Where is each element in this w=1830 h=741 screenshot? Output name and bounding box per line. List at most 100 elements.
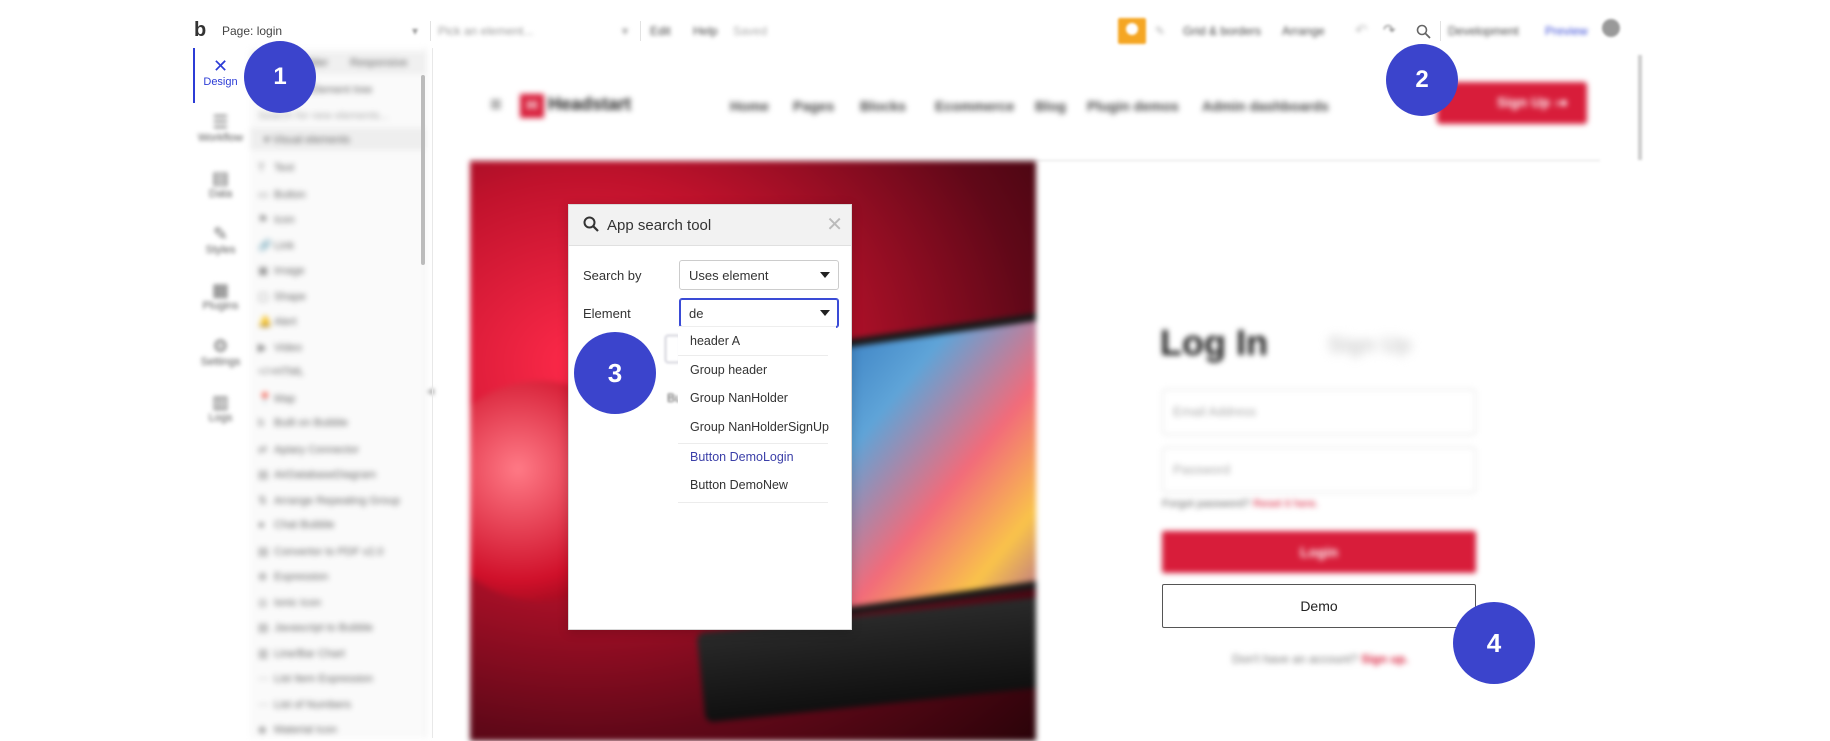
nav-home[interactable]: Home [730, 98, 769, 114]
styles-icon: ✎ [212, 224, 229, 244]
rail-settings[interactable]: ⚙ Settings [193, 336, 248, 368]
palette-element-item[interactable]: T Text [258, 162, 294, 174]
hamburger-icon[interactable]: ≡ [490, 94, 502, 117]
grid-borders-menu[interactable]: Grid & borders [1183, 24, 1261, 38]
modal-title: App search tool [607, 217, 712, 234]
palette-element-item[interactable]: 🔗 Link [258, 239, 294, 252]
element-picker-chevron-icon[interactable]: ▾ [622, 24, 628, 38]
rail-design[interactable]: ✕ Design [193, 56, 248, 88]
palette-element-item[interactable]: ⋯ List of Numbers [258, 698, 351, 711]
nav-ecommerce[interactable]: Ecommerce [935, 98, 1014, 114]
user-avatar-icon[interactable] [1602, 19, 1620, 37]
palette-element-item[interactable]: </>HTML [258, 366, 304, 378]
editor-topbar: b Page: login ▾ Pick an element... ▾ Edi… [190, 15, 1650, 47]
nav-blog[interactable]: Blog [1035, 98, 1066, 114]
logs-icon: ▥ [211, 392, 229, 412]
redo-icon[interactable]: ↷ [1383, 21, 1396, 39]
palette-element-item[interactable]: ▶ Video [258, 341, 302, 354]
undo-icon[interactable]: ↶ [1355, 21, 1368, 39]
tab-responsive[interactable]: Responsive [350, 57, 407, 69]
palette-element-label: Button [274, 188, 306, 201]
page-selector[interactable]: Page: login [222, 24, 282, 38]
palette-element-item[interactable]: ⋯ List Item Expression [258, 672, 373, 685]
header-signup-label: Sign Up [1497, 94, 1550, 110]
chevron-down-icon [820, 272, 830, 278]
arrange-menu[interactable]: Arrange [1282, 24, 1325, 38]
palette-element-item[interactable]: b Built on Bubble [258, 417, 348, 429]
result-button-demologin[interactable]: Button DemoLogin [690, 450, 794, 464]
palette-element-label: Convertor to PDF v2.0 [274, 545, 384, 558]
rail-plugins[interactable]: ▦ Plugins [193, 280, 248, 312]
page-chevron-down-icon[interactable]: ▾ [412, 24, 418, 38]
menu-help[interactable]: Help [693, 24, 718, 38]
signup-tab[interactable]: Sign Up [1328, 332, 1411, 358]
element-type-icon: ▥ [258, 647, 269, 660]
demo-button[interactable]: Demo [1162, 584, 1476, 628]
search-icon[interactable] [1416, 24, 1431, 39]
menu-edit[interactable]: Edit [650, 24, 671, 38]
brand-name[interactable]: Headstart [548, 94, 631, 115]
close-icon[interactable]: ✕ [826, 212, 843, 237]
rail-data[interactable]: ▤ Data [193, 168, 248, 200]
palette-element-label: Ionic Icon [274, 596, 322, 609]
palette-element-item[interactable]: ▤ AirDatabaseDiagram [258, 468, 376, 481]
palette-element-item[interactable]: ▢ Shape [258, 290, 306, 303]
preview-link[interactable]: Preview [1545, 24, 1588, 38]
palette-element-item[interactable]: ▣ Image [258, 264, 305, 277]
bubble-logo-icon[interactable]: b [194, 19, 206, 42]
element-type-icon: 🔔 [258, 316, 272, 328]
rail-logs[interactable]: ▥ Logs [193, 392, 248, 424]
header-signup-button[interactable]: Sign Up ›● [1437, 82, 1587, 124]
element-type-icon: ▤ [258, 469, 269, 481]
rail-workflow[interactable]: ☰ Workflow [193, 112, 248, 144]
search-by-dropdown[interactable]: Uses element [679, 260, 839, 290]
palette-element-item[interactable]: ● Chat Bubble [258, 519, 335, 531]
palette-scrollbar[interactable] [421, 75, 425, 265]
environment-selector[interactable]: Development [1448, 24, 1519, 38]
element-tree-toggle[interactable]: Element tree [310, 84, 372, 96]
result-group-header[interactable]: Group header [690, 363, 767, 377]
login-title: Log In [1160, 322, 1268, 363]
login-button[interactable]: Login [1162, 531, 1476, 573]
element-type-icon: 🔗 [258, 239, 272, 252]
palette-element-item[interactable]: ◈ Material Icon [258, 723, 337, 736]
element-results-list: header A Group header Group NanHolder Gr… [678, 326, 836, 507]
nav-admin-dashboards[interactable]: Admin dashboards [1202, 98, 1329, 114]
rail-styles[interactable]: ✎ Styles [193, 224, 248, 256]
step-marker-2: 2 [1386, 44, 1458, 116]
palette-element-item[interactable]: ▤ Javascript to Bubble [258, 621, 373, 634]
result-group-nanholder-signup[interactable]: Group NanHolderSignUp [690, 420, 829, 434]
visual-elements-header[interactable]: ▾ Visual elements [250, 128, 425, 150]
palette-element-item[interactable]: ⚑ Icon [258, 213, 295, 226]
palette-element-item[interactable]: 📍 Map [258, 392, 295, 405]
nav-blocks[interactable]: Blocks [860, 98, 906, 114]
element-picker[interactable]: Pick an element... [438, 24, 533, 38]
element-dropdown[interactable]: de [679, 298, 839, 328]
password-field[interactable]: Password [1162, 447, 1476, 493]
palette-element-item[interactable]: ⊕ Expression [258, 570, 328, 583]
palette-element-item[interactable]: ⇄ Apiary Connector [258, 443, 359, 456]
element-type-icon: ⋯ [258, 673, 269, 685]
palette-element-label: Apiary Connector [274, 443, 359, 456]
result-header-a[interactable]: header A [690, 334, 740, 348]
nav-plugin-demos[interactable]: Plugin demos [1087, 98, 1179, 114]
issues-badge[interactable] [1118, 18, 1146, 44]
signup-link[interactable]: Sign up. [1361, 652, 1408, 666]
palette-element-label: Text [274, 162, 295, 174]
result-button-demonew[interactable]: Button DemoNew [690, 478, 788, 492]
palette-element-item[interactable]: ◎ Ionic Icon [258, 596, 321, 609]
wand-icon[interactable]: ✎ [1155, 24, 1165, 38]
reset-link[interactable]: Reset it here. [1253, 498, 1318, 510]
palette-element-item[interactable]: ▭ Button [258, 188, 306, 201]
element-type-icon: ▢ [258, 290, 269, 303]
result-group-nanholder[interactable]: Group NanHolder [690, 391, 788, 405]
palette-element-item[interactable]: 🔔 Alert [258, 315, 297, 328]
canvas-scrollbar[interactable] [1638, 55, 1642, 160]
rail-label-logs: Logs [208, 412, 233, 424]
palette-element-item[interactable]: ▥ Line/Bar Chart [258, 647, 345, 660]
email-field[interactable]: Email Address [1162, 389, 1476, 435]
palette-element-item[interactable]: ⇅ Arrange Repeating Group [258, 494, 400, 507]
palette-element-item[interactable]: ▤ Convertor to PDF v2.0 [258, 545, 383, 558]
modal-header[interactable]: App search tool ✕ [569, 205, 851, 246]
nav-pages[interactable]: Pages [793, 98, 834, 114]
